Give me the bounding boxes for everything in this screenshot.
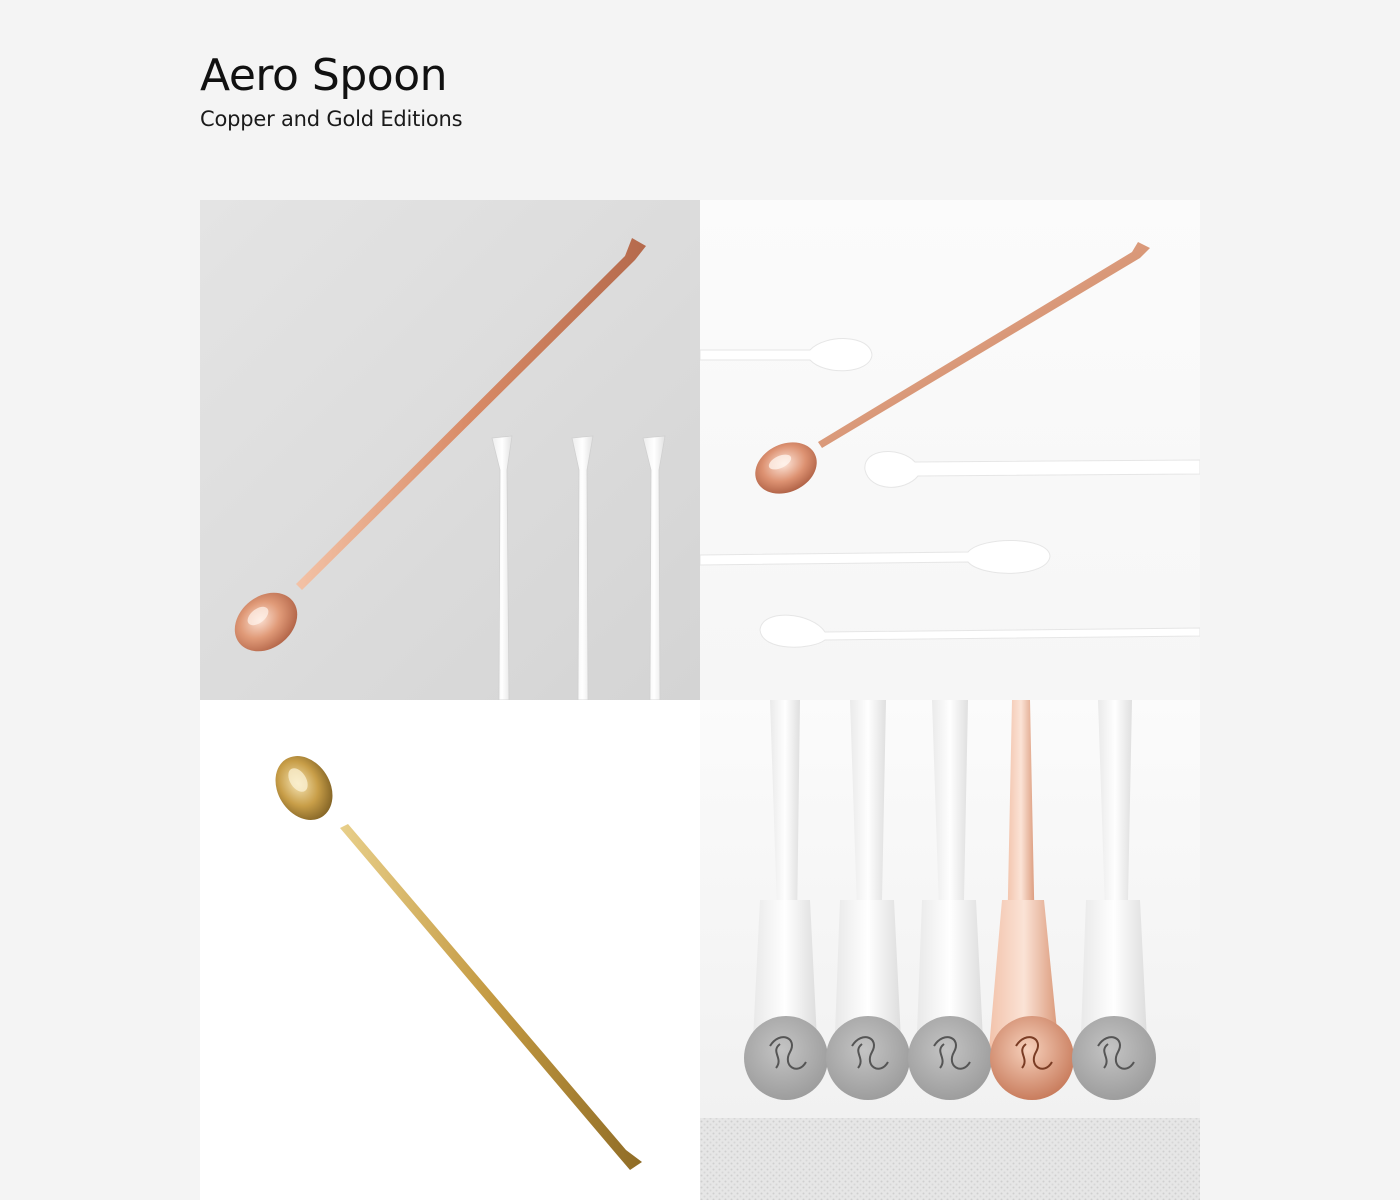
header: Aero Spoon Copper and Gold Editions <box>200 48 463 134</box>
spoon-ends-logo-image <box>700 700 1200 1200</box>
photo-gallery <box>200 200 1200 1200</box>
copper-spoon-cutouts-image <box>700 200 1200 700</box>
copper-spoon-stirrers-image <box>200 200 700 700</box>
page-title: Aero Spoon <box>200 50 448 101</box>
photo-gold-spoon[interactable] <box>200 700 700 1200</box>
page-subtitle: Copper and Gold Editions <box>200 107 463 131</box>
photo-spoon-ends-logo[interactable] <box>700 700 1200 1200</box>
page: Aero Spoon Copper and Gold Editions <box>0 0 1400 1200</box>
gold-spoon-image <box>200 700 700 1200</box>
photo-copper-spoon-stirrers[interactable] <box>200 200 700 700</box>
embossed-logo-cap-copper <box>990 1016 1074 1100</box>
embossed-logo-cap-3 <box>908 1016 992 1100</box>
embossed-logo-cap-1 <box>744 1016 828 1100</box>
embossed-logo-cap-2 <box>826 1016 910 1100</box>
embossed-logo-cap-5 <box>1072 1016 1156 1100</box>
photo-copper-spoon-cutouts[interactable] <box>700 200 1200 700</box>
